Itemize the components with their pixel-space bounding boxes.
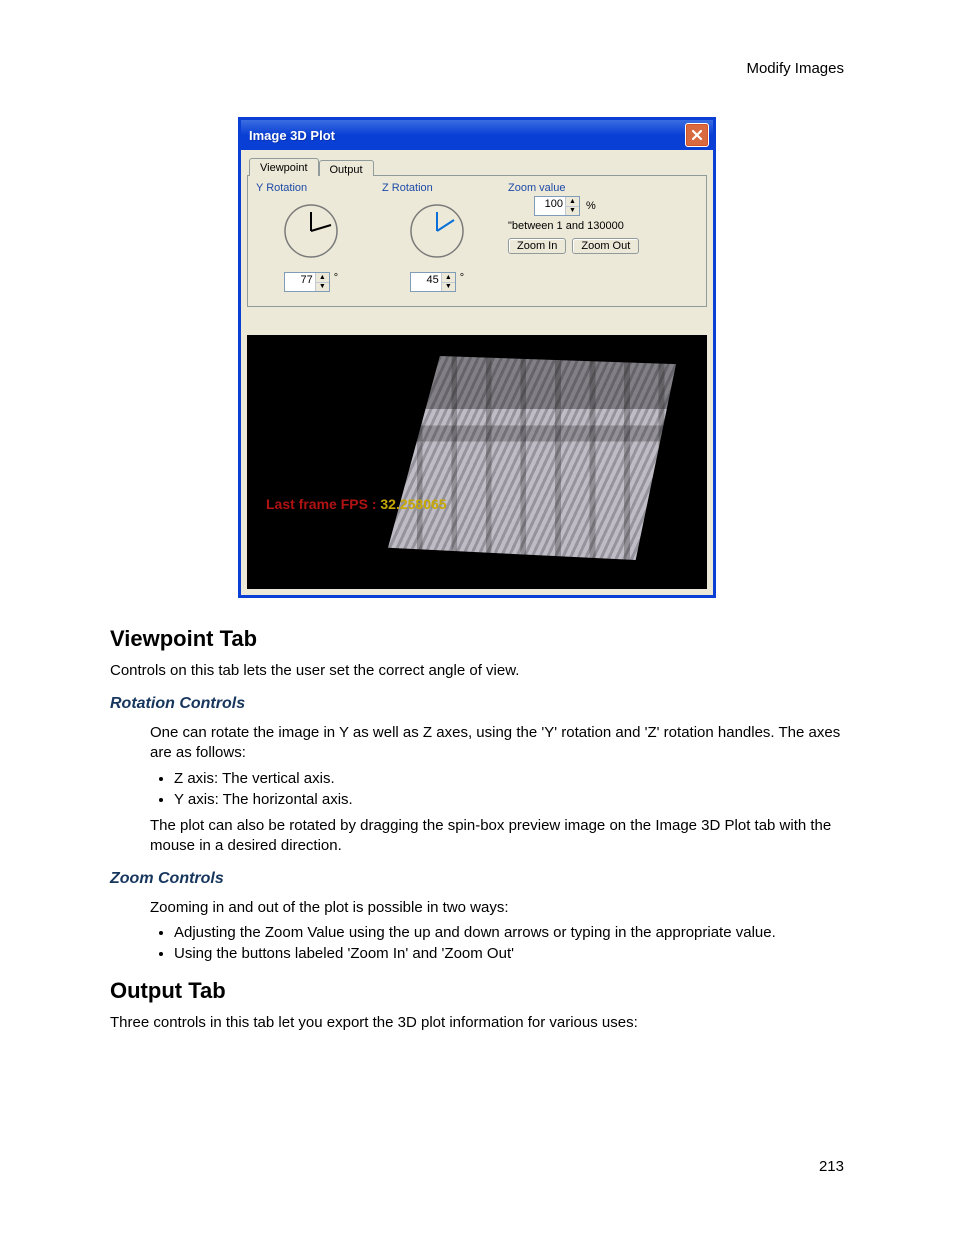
titlebar: Image 3D Plot (241, 120, 713, 150)
rotation-intro: One can rotate the image in Y as well as… (150, 723, 844, 764)
heading-rotation-controls: Rotation Controls (110, 695, 844, 713)
dialog-screenshot: Image 3D Plot Viewpoint Output Y Rotatio… (110, 117, 844, 598)
z-rotation-label: Z Rotation (382, 182, 492, 194)
zoom-in-button[interactable]: Zoom In (508, 238, 566, 254)
zoom-group: Zoom value 100 ▲ ▼ % (508, 182, 698, 292)
heading-viewpoint-tab: Viewpoint Tab (110, 626, 844, 652)
spin-down-icon[interactable]: ▼ (566, 207, 579, 216)
zoom-intro: Zooming in and out of the plot is possib… (150, 898, 844, 918)
spin-up-icon[interactable]: ▲ (316, 273, 329, 283)
list-item: Adjusting the Zoom Value using the up an… (174, 924, 844, 941)
list-item: Using the buttons labeled 'Zoom In' and … (174, 945, 844, 962)
y-rotation-label: Y Rotation (256, 182, 366, 194)
spin-arrows: ▲ ▼ (315, 273, 329, 291)
fps-value: 32.258065 (380, 496, 446, 512)
spin-arrows: ▲ ▼ (565, 197, 579, 215)
zoom-value: 100 (535, 197, 565, 215)
zoom-bullet-list: Adjusting the Zoom Value using the up an… (150, 924, 844, 962)
rotation-bullet-list: Z axis: The vertical axis. Y axis: The h… (150, 770, 844, 808)
y-rotation-spin-row: 77 ▲ ▼ ° (256, 272, 366, 292)
fps-label: Last frame FPS : 32.258065 (266, 496, 447, 512)
z-rotation-spin-row: 45 ▲ ▼ ° (382, 272, 492, 292)
page-number: 213 (819, 1158, 844, 1175)
y-rotation-unit: ° (334, 272, 338, 284)
heading-output-tab: Output Tab (110, 978, 844, 1004)
dialog-client: Viewpoint Output Y Rotation (241, 150, 713, 595)
fps-prefix: Last frame FPS : (266, 496, 380, 512)
spin-up-icon[interactable]: ▲ (442, 273, 455, 283)
page-header-section: Modify Images (110, 60, 844, 77)
zoom-button-row: Zoom In Zoom Out (508, 238, 698, 254)
tab-output[interactable]: Output (319, 160, 374, 176)
tab-panel-viewpoint: Y Rotation 77 (247, 175, 707, 307)
close-icon (691, 129, 703, 141)
zoom-out-button[interactable]: Zoom Out (572, 238, 639, 254)
z-rotation-spinbox[interactable]: 45 ▲ ▼ (410, 272, 456, 292)
window-title: Image 3D Plot (249, 128, 335, 143)
zoom-label: Zoom value (508, 182, 698, 194)
y-rotation-dial[interactable] (280, 200, 342, 262)
image-3d-plot-dialog: Image 3D Plot Viewpoint Output Y Rotatio… (238, 117, 716, 598)
spin-arrows: ▲ ▼ (441, 273, 455, 291)
output-intro: Three controls in this tab let you expor… (110, 1014, 844, 1031)
rotation-after: The plot can also be rotated by dragging… (150, 816, 844, 857)
list-item: Z axis: The vertical axis. (174, 770, 844, 787)
zoom-spin-row: 100 ▲ ▼ % (508, 196, 698, 216)
z-rotation-value: 45 (411, 273, 441, 291)
tab-viewpoint[interactable]: Viewpoint (249, 158, 319, 176)
plot-surface (388, 356, 676, 560)
y-rotation-group: Y Rotation 77 (256, 182, 366, 292)
y-rotation-value: 77 (285, 273, 315, 291)
z-rotation-group: Z Rotation 45 (382, 182, 492, 292)
close-button[interactable] (685, 123, 709, 147)
z-rotation-unit: ° (460, 272, 464, 284)
viewpoint-intro: Controls on this tab lets the user set t… (110, 662, 844, 679)
heading-zoom-controls: Zoom Controls (110, 870, 844, 888)
tab-strip: Viewpoint Output (249, 158, 707, 176)
list-item: Y axis: The horizontal axis. (174, 791, 844, 808)
zoom-spinbox[interactable]: 100 ▲ ▼ (534, 196, 580, 216)
plot-preview[interactable]: Last frame FPS : 32.258065 (247, 335, 707, 589)
z-rotation-dial[interactable] (406, 200, 468, 262)
spin-up-icon[interactable]: ▲ (566, 197, 579, 207)
spin-down-icon[interactable]: ▼ (316, 283, 329, 292)
zoom-range-hint: "between 1 and 130000 (508, 220, 698, 232)
y-rotation-spinbox[interactable]: 77 ▲ ▼ (284, 272, 330, 292)
spin-down-icon[interactable]: ▼ (442, 283, 455, 292)
zoom-unit: % (586, 200, 596, 212)
